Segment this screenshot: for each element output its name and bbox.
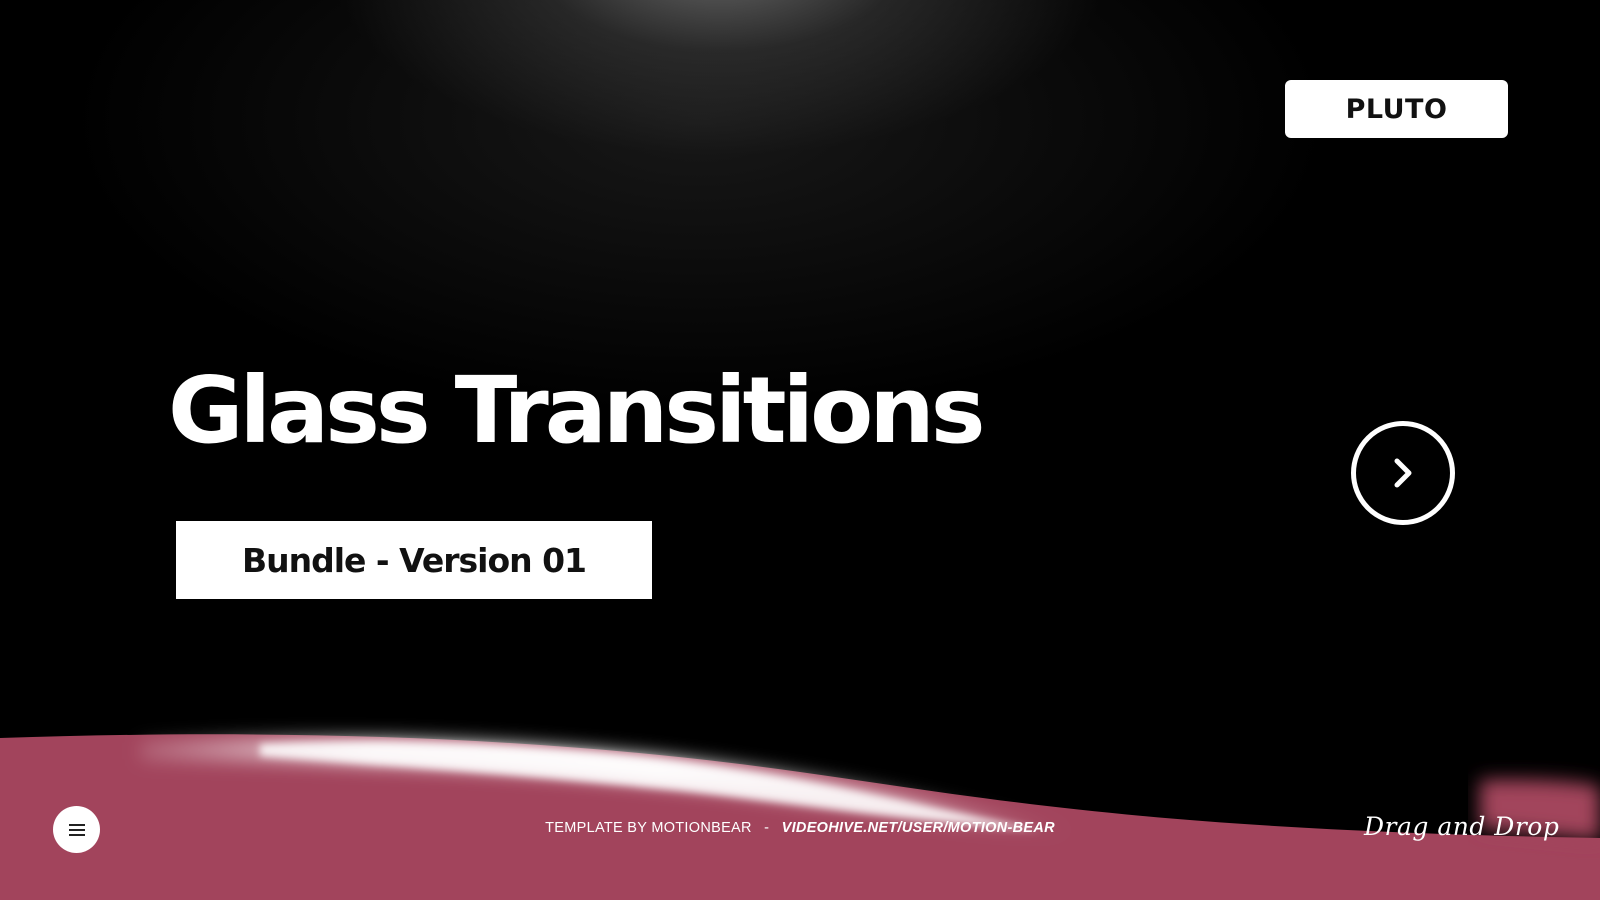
slide-title: Glass Transitions	[168, 357, 986, 464]
credit-separator: -	[764, 820, 770, 836]
credit-url-link[interactable]: VIDEOHIVE.NET/USER/MOTION-BEAR	[782, 820, 1055, 836]
subtitle-box: Bundle - Version 01	[176, 521, 652, 599]
brand-badge: PLUTO	[1285, 80, 1508, 138]
credit-text: TEMPLATE BY MOTIONBEAR	[545, 820, 752, 836]
brand-label: PLUTO	[1345, 93, 1448, 125]
subtitle-label: Bundle - Version 01	[241, 540, 587, 580]
drag-and-drop-tagline: Drag and Drop	[1364, 812, 1560, 841]
footer-credit: TEMPLATE BY MOTIONBEAR - VIDEOHIVE.NET/U…	[0, 820, 1600, 836]
next-slide-button[interactable]	[1351, 421, 1455, 525]
slide-stage: PLUTO Glass Transitions Bundle - Version…	[0, 0, 1600, 900]
chevron-right-icon	[1394, 458, 1412, 488]
